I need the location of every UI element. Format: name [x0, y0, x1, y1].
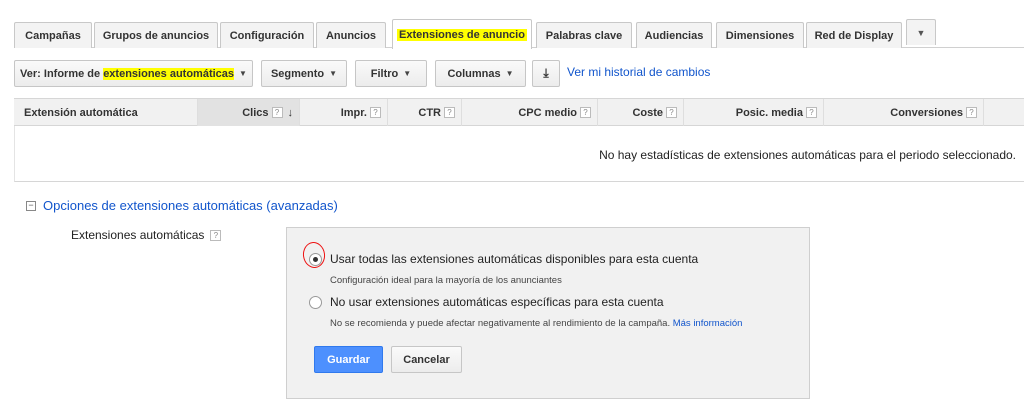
- tab-bar: Campañas Grupos de anuncios Configuració…: [0, 0, 1024, 49]
- columns-label: Columnas: [447, 67, 501, 80]
- help-icon[interactable]: ?: [210, 229, 222, 241]
- auto-extensions-options-panel: Usar todas las extensiones automáticas d…: [286, 227, 810, 399]
- auto-extensions-field-label: Extensiones automáticas?: [71, 228, 222, 242]
- stats-table-header: Extensión automática Clics? ↓ Impr.? CTR?…: [14, 98, 1024, 126]
- tab-extensiones-de-anuncio[interactable]: Extensiones de anuncio: [392, 19, 532, 49]
- cancel-button[interactable]: Cancelar: [391, 346, 462, 373]
- column-header-cost[interactable]: Coste?: [598, 99, 684, 126]
- help-icon[interactable]: ?: [966, 107, 977, 118]
- view-report-prefix: Ver: Informe de: [20, 67, 104, 80]
- caret-down-icon: ▼: [505, 69, 514, 78]
- columns-dropdown[interactable]: Columnas ▼: [435, 60, 526, 87]
- collapse-icon: −: [26, 200, 36, 211]
- segment-dropdown[interactable]: Segmento ▼: [261, 60, 347, 87]
- caret-down-icon: ▼: [329, 69, 338, 78]
- tab-anuncios[interactable]: Anuncios: [316, 22, 386, 48]
- help-icon[interactable]: ?: [580, 107, 591, 118]
- download-button[interactable]: ⤓: [532, 60, 560, 87]
- tab-dimensiones[interactable]: Dimensiones: [716, 22, 804, 48]
- advanced-options-toggle[interactable]: − Opciones de extensiones automáticas (a…: [26, 198, 338, 213]
- radio-use-all-extensions[interactable]: Usar todas las extensiones automáticas d…: [309, 252, 698, 266]
- radio-button-selected[interactable]: [309, 252, 322, 266]
- radio-no-use-label: No usar extensiones automáticas específi…: [330, 295, 664, 309]
- help-icon[interactable]: ?: [444, 107, 455, 118]
- tab-palabras-clave[interactable]: Palabras clave: [536, 22, 632, 48]
- tab-audiencias[interactable]: Audiencias: [636, 22, 712, 48]
- column-header-avg-cpc[interactable]: CPC medio?: [462, 99, 598, 126]
- column-header-clicks[interactable]: Clics? ↓: [198, 99, 300, 126]
- radio-use-all-description: Configuración ideal para la mayoría de l…: [330, 275, 562, 286]
- radio-use-all-label: Usar todas las extensiones automáticas d…: [330, 252, 699, 266]
- caret-down-icon: ▼: [239, 69, 247, 78]
- help-icon[interactable]: ?: [271, 107, 283, 118]
- filter-dropdown[interactable]: Filtro ▼: [355, 60, 427, 87]
- tab-configuracion[interactable]: Configuración: [220, 22, 314, 48]
- advanced-options-label: Opciones de extensiones automáticas (ava…: [43, 198, 338, 213]
- tab-grupos-de-anuncios[interactable]: Grupos de anuncios: [94, 22, 218, 48]
- view-report-dropdown[interactable]: Ver: Informe de extensiones automáticas ▼: [14, 60, 253, 87]
- help-icon[interactable]: ?: [806, 107, 817, 118]
- radio-no-auto-extensions[interactable]: No usar extensiones automáticas específi…: [309, 295, 664, 309]
- tabs-more-button[interactable]: ▼: [906, 19, 936, 45]
- tab-red-de-display[interactable]: Red de Display: [806, 22, 902, 48]
- column-header-impressions[interactable]: Impr.?: [300, 99, 388, 126]
- column-header-conversions[interactable]: Conversiones?: [824, 99, 984, 126]
- help-icon[interactable]: ?: [370, 107, 381, 118]
- toolbar: Ver: Informe de extensiones automáticas ▼…: [14, 60, 1024, 88]
- caret-down-icon: ▼: [403, 69, 412, 78]
- stats-table-body: No hay estadísticas de extensiones autom…: [14, 126, 1024, 182]
- caret-down-icon: ▼: [916, 27, 926, 38]
- change-history-link[interactable]: Ver mi historial de cambios: [567, 65, 710, 79]
- column-header-extension[interactable]: Extensión automática: [14, 99, 198, 126]
- help-icon[interactable]: ?: [666, 107, 677, 118]
- view-report-highlight: extensiones automáticas: [103, 67, 235, 80]
- save-button[interactable]: Guardar: [314, 346, 383, 373]
- tab-campanas[interactable]: Campañas: [14, 22, 92, 48]
- filter-label: Filtro: [370, 67, 399, 80]
- empty-table-message: No hay estadísticas de extensiones autom…: [599, 148, 1016, 162]
- radio-button-unselected[interactable]: [309, 295, 322, 309]
- radio-dot: [313, 256, 318, 262]
- radio-no-use-description: No se recomienda y puede afectar negativ…: [330, 318, 743, 329]
- download-icon: ⤓: [543, 66, 549, 80]
- column-header-ctr[interactable]: CTR?: [388, 99, 462, 126]
- column-header-avg-position[interactable]: Posic. media?: [684, 99, 824, 126]
- segment-label: Segmento: [270, 67, 325, 80]
- sort-desc-icon: ↓: [287, 106, 294, 119]
- more-info-link[interactable]: Más información: [673, 318, 743, 329]
